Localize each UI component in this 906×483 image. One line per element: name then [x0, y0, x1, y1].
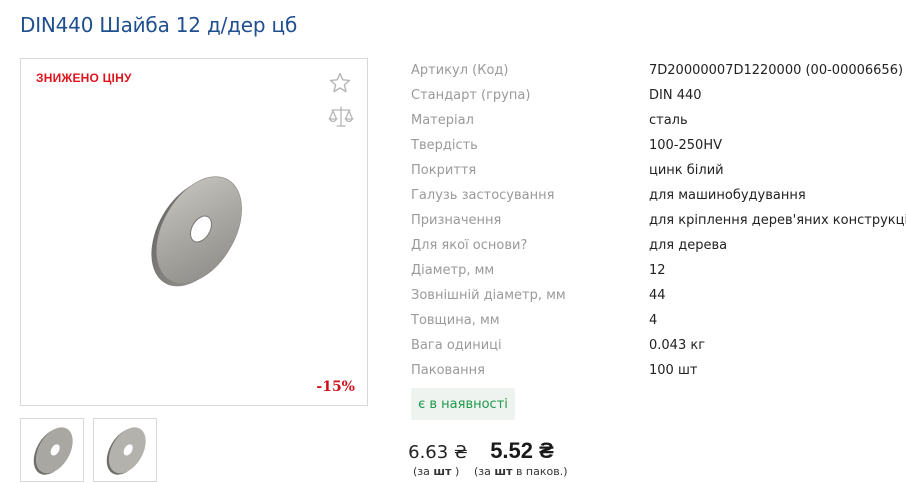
spec-key: Товщина, мм: [411, 313, 500, 328]
unit-suffix: в паков.): [512, 465, 568, 478]
spec-key: Артикул (Код): [411, 63, 509, 78]
washer-thumbnail-image: [106, 427, 146, 475]
spec-value: 0.043 кг: [649, 338, 706, 353]
spec-key: Стандарт (група): [411, 88, 531, 103]
spec-key: Зовнішній діаметр, мм: [411, 288, 566, 303]
spec-value: DIN 440: [649, 88, 702, 103]
washer-thumbnail-image: [33, 427, 73, 475]
spec-value: 4: [649, 313, 658, 328]
scales-icon[interactable]: [328, 105, 354, 129]
spec-value: для кріплення дерев'яних конструкцій: [649, 213, 906, 228]
package-unit-label: (за шт в паков.): [474, 465, 568, 478]
spec-row: Вага одиниці 0.043 кг: [411, 337, 906, 362]
spec-row: Діаметр, мм 12: [411, 262, 906, 287]
spec-key: Для якої основи?: [411, 238, 528, 253]
spec-row: Твердість 100-250HV: [411, 137, 906, 162]
product-image-panel: ЗНИЖЕНО ЦІНУ -15%: [20, 58, 368, 406]
spec-value: для дерева: [649, 238, 728, 253]
spec-row: Матеріал сталь: [411, 112, 906, 137]
price-per-package: 5.52 ₴: [490, 438, 554, 463]
spec-row: Галузь застосування для машинобудування: [411, 187, 906, 212]
spec-value: для машинобудування: [649, 188, 806, 203]
stock-status-badge: є в наявності: [411, 388, 515, 420]
spec-key: Призначення: [411, 213, 502, 228]
unit-name: шт: [494, 465, 513, 478]
spec-row: Стандарт (група) DIN 440: [411, 87, 906, 112]
spec-key: Діаметр, мм: [411, 263, 495, 278]
spec-key: Паковання: [411, 363, 485, 378]
star-icon[interactable]: [328, 71, 352, 95]
spec-row: Артикул (Код) 7D20000007D1220000 (00-0000…: [411, 62, 906, 87]
spec-row: Паковання 100 шт: [411, 362, 906, 387]
price-unit-label: (за шт ): [413, 465, 459, 478]
unit-prefix: (за: [474, 465, 495, 478]
spec-value: 100 шт: [649, 363, 698, 378]
unit-prefix: (за: [413, 465, 434, 478]
spec-row: Товщина, мм 4: [411, 312, 906, 337]
price-per-unit: 6.63 ₴: [408, 442, 468, 463]
spec-key: Твердість: [411, 138, 478, 153]
unit-suffix: ): [451, 465, 460, 478]
thumbnail-1[interactable]: [20, 418, 84, 482]
spec-value: сталь: [649, 113, 688, 128]
spec-key: Галузь застосування: [411, 188, 555, 203]
washer-product-image: [151, 176, 242, 287]
spec-row: Зовнішній діаметр, мм 44: [411, 287, 906, 312]
unit-name: шт: [433, 465, 452, 478]
spec-value: 44: [649, 288, 666, 303]
spec-row: Призначення для кріплення дерев'яних конс…: [411, 212, 906, 237]
spec-value: 12: [649, 263, 666, 278]
spec-row: Покриття цинк білий: [411, 162, 906, 187]
discount-label: -15%: [316, 379, 355, 395]
spec-key: Вага одиниці: [411, 338, 502, 353]
spec-key: Матеріал: [411, 113, 474, 128]
spec-value: цинк білий: [649, 163, 724, 178]
spec-key: Покриття: [411, 163, 477, 178]
sale-badge: ЗНИЖЕНО ЦІНУ: [36, 71, 132, 85]
page-title: DIN440 Шайба 12 д/дер цб: [20, 13, 298, 37]
spec-table: Артикул (Код) 7D20000007D1220000 (00-0000…: [411, 62, 906, 387]
spec-value: 100-250HV: [649, 138, 722, 153]
thumbnail-2[interactable]: [93, 418, 157, 482]
spec-value: 7D20000007D1220000 (00-00006656): [649, 63, 904, 78]
spec-row: Для якої основи? для дерева: [411, 237, 906, 262]
